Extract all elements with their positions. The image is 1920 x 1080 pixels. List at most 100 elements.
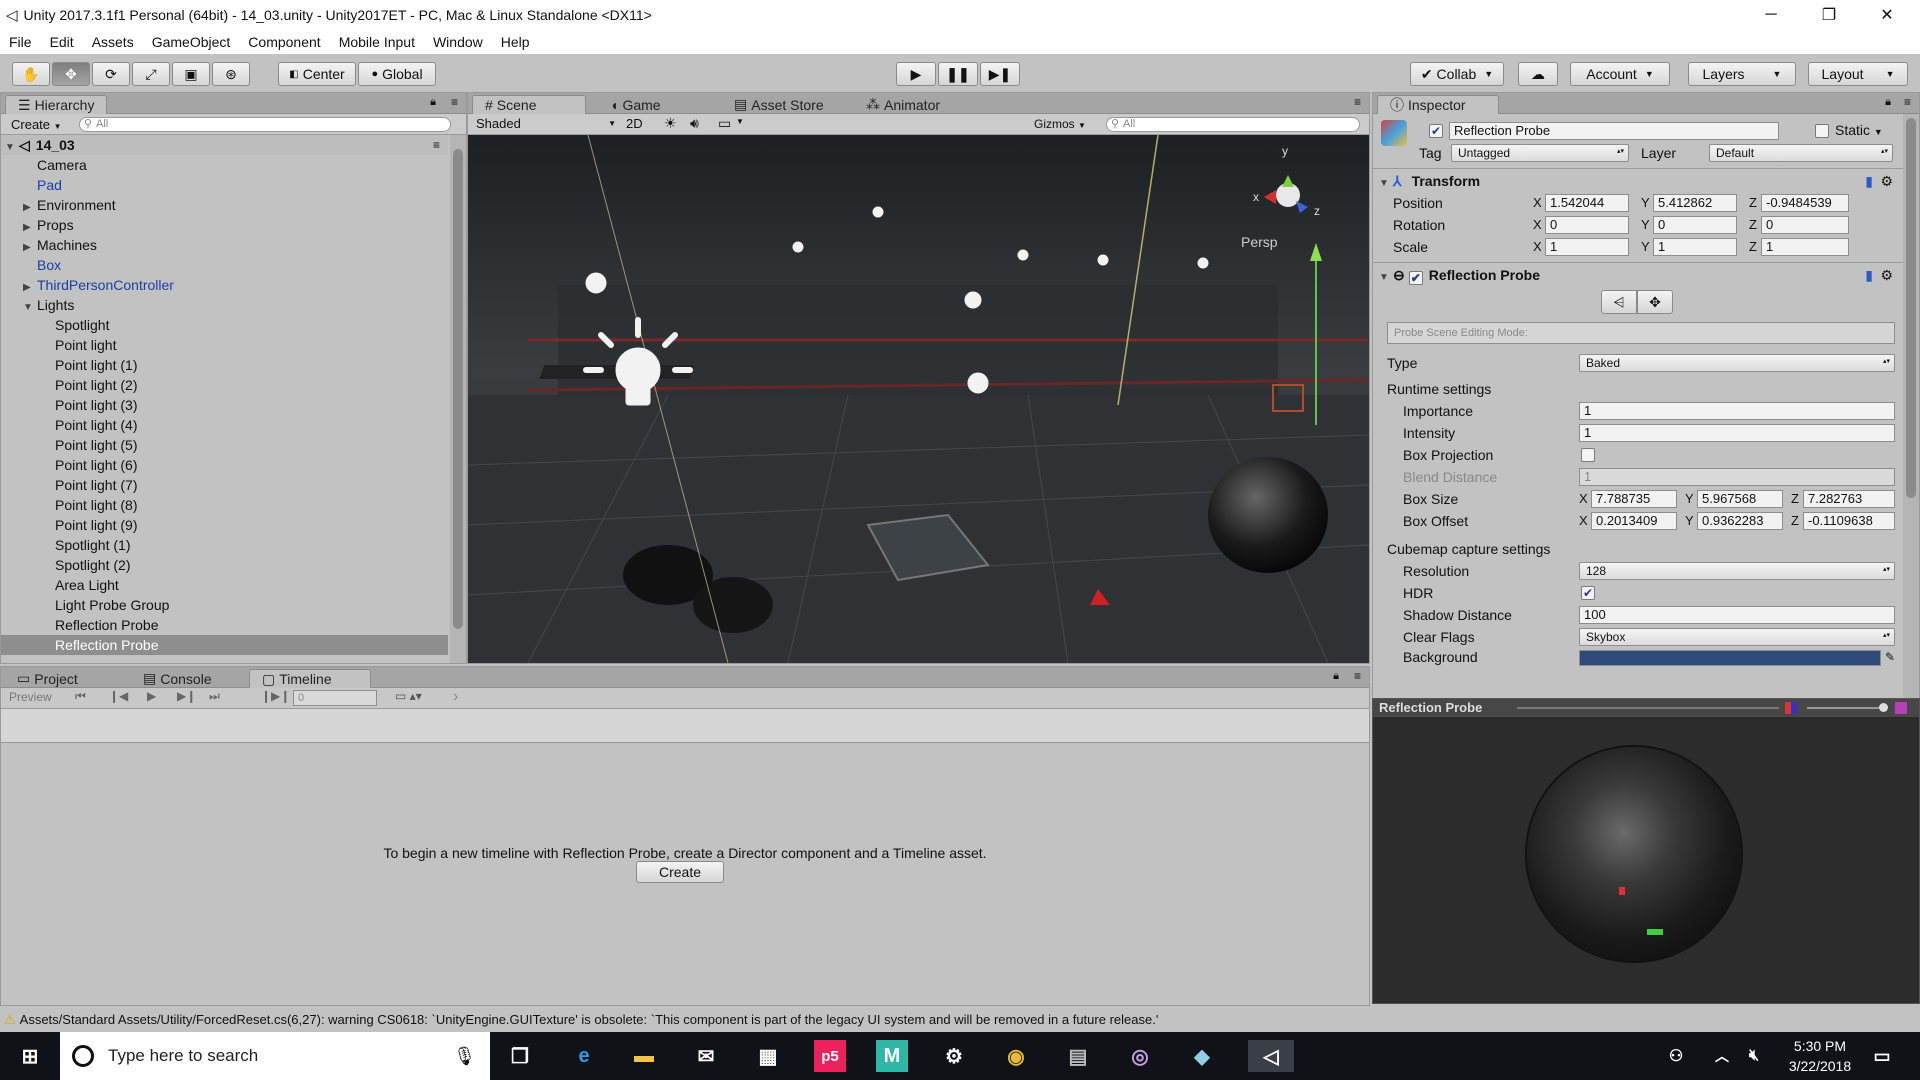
minimize-icon[interactable]: ─ — [1742, 0, 1800, 30]
create-dropdown[interactable]: Create ▼ — [11, 117, 62, 132]
edge-icon[interactable]: e — [568, 1040, 600, 1072]
position-z-field[interactable]: -0.9484539 — [1761, 194, 1849, 212]
hand-tool-icon[interactable]: ✋ — [12, 62, 50, 86]
go-to-end-icon[interactable]: ⏭ — [209, 689, 220, 704]
taskbar-search-box[interactable]: Type here to search 🎙︎ — [60, 1032, 490, 1080]
inspector-scrollbar[interactable] — [1903, 114, 1919, 707]
help-book-icon[interactable]: ▮ — [1865, 263, 1873, 287]
object-name-input[interactable]: Reflection Probe — [1449, 122, 1779, 140]
help-book-icon[interactable]: ▮ — [1865, 169, 1873, 193]
importance-field[interactable]: 1 — [1579, 402, 1895, 420]
layout-button[interactable]: Layout ▼ — [1808, 62, 1908, 86]
menu-file[interactable]: File — [0, 34, 41, 50]
rotation-x-field[interactable]: 0 — [1545, 216, 1629, 234]
people-icon[interactable]: ⚇ — [1660, 1040, 1692, 1072]
reflection-probe-header[interactable]: ▼ ⊖ ✔ Reflection Probe ▮ ⚙ — [1373, 262, 1903, 286]
hierarchy-item[interactable]: Point light (3) — [1, 395, 448, 415]
task-view-icon[interactable]: ❐ — [504, 1040, 536, 1072]
create-director-button[interactable]: Create — [636, 861, 724, 883]
hierarchy-scrollbar[interactable] — [450, 135, 466, 663]
app-blue-icon[interactable]: ◆ — [1186, 1040, 1218, 1072]
mode-2d-toggle[interactable]: 2D — [626, 116, 643, 131]
persp-label[interactable]: Persp — [1241, 234, 1278, 250]
panel-menu-icon[interactable]: ≡ — [1904, 95, 1911, 109]
hierarchy-item[interactable]: Reflection Probe — [1, 615, 448, 635]
play-range-icon[interactable]: ❙▶❙ — [261, 689, 290, 703]
maya-icon[interactable]: M — [876, 1040, 908, 1072]
shading-dropdown[interactable]: Shaded ▼ — [476, 116, 618, 131]
menu-edit[interactable]: Edit — [41, 34, 83, 50]
lock-icon[interactable]: 🔒︎ — [1885, 96, 1891, 109]
rect-tool-icon[interactable]: ▣ — [172, 62, 210, 86]
lock-icon[interactable]: 🔒︎ — [430, 96, 436, 109]
hierarchy-item[interactable]: Reflection Probe — [1, 635, 448, 655]
tab-game[interactable]: ◖ Game — [598, 95, 673, 114]
chrome-icon[interactable]: ◉ — [1000, 1040, 1032, 1072]
close-icon[interactable]: ✕ — [1858, 0, 1916, 30]
windows-start-icon[interactable]: ⊞ — [14, 1040, 46, 1072]
exposure-slider-handle[interactable] — [1879, 703, 1888, 712]
github-icon[interactable]: ◎ — [1124, 1040, 1156, 1072]
tab-scene[interactable]: # Scene — [472, 95, 586, 114]
pivot-center-button[interactable]: ◧ Center — [278, 62, 356, 86]
lighting-toggle-icon[interactable]: ☀ — [664, 115, 677, 132]
unity-taskbar-icon[interactable]: ◁ — [1248, 1040, 1294, 1072]
hierarchy-item[interactable]: Point light (9) — [1, 515, 448, 535]
intensity-field[interactable]: 1 — [1579, 424, 1895, 442]
space-global-button[interactable]: ● Global — [358, 62, 436, 86]
p5-icon[interactable]: p5 — [814, 1040, 846, 1072]
tray-chevron-icon[interactable]: ︿ — [1706, 1040, 1738, 1072]
menu-component[interactable]: Component — [239, 34, 329, 50]
previous-frame-icon[interactable]: ❙◀ — [109, 689, 128, 703]
scale-tool-icon[interactable]: ⤢ — [132, 62, 170, 86]
account-button[interactable]: Account ▼ — [1570, 62, 1670, 86]
microphone-icon[interactable]: 🎙︎ — [453, 1046, 476, 1067]
scrollbar-thumb[interactable] — [1906, 118, 1916, 498]
box-size-z-field[interactable]: 7.282763 — [1803, 490, 1895, 508]
layers-button[interactable]: Layers ▼ — [1688, 62, 1796, 86]
mip-level-icon[interactable] — [1895, 702, 1907, 714]
hierarchy-item[interactable]: Spotlight (2) — [1, 555, 448, 575]
position-y-field[interactable]: 5.412862 — [1653, 194, 1737, 212]
clear-flags-dropdown[interactable]: Skybox — [1579, 628, 1895, 646]
move-tool-icon[interactable]: ✥ — [52, 62, 90, 86]
next-frame-icon[interactable]: ▶❙ — [177, 689, 196, 703]
background-color-field[interactable] — [1579, 650, 1881, 666]
mail-icon[interactable]: ✉ — [690, 1040, 722, 1072]
effects-dropdown-icon[interactable]: ▼ — [736, 117, 744, 126]
tag-dropdown[interactable]: Untagged — [1451, 144, 1629, 162]
menu-window[interactable]: Window — [424, 34, 492, 50]
edit-bounds-button[interactable]: ⩤ — [1601, 290, 1637, 314]
menu-help[interactable]: Help — [492, 34, 539, 50]
static-checkbox[interactable] — [1815, 124, 1829, 138]
volume-muted-icon[interactable]: 🔇︎ — [1738, 1040, 1770, 1072]
panel-menu-icon[interactable]: ≡ — [1354, 95, 1361, 109]
blend-distance-field[interactable]: 1 — [1579, 468, 1895, 486]
play-timeline-icon[interactable]: ▶ — [147, 689, 156, 703]
resolution-dropdown[interactable]: 128 — [1579, 562, 1895, 580]
scale-y-field[interactable]: 1 — [1653, 238, 1737, 256]
hierarchy-item[interactable]: Pad — [1, 175, 448, 195]
scale-z-field[interactable]: 1 — [1761, 238, 1849, 256]
exposure-slider[interactable] — [1807, 707, 1887, 709]
box-offset-z-field[interactable]: -0.1109638 — [1803, 512, 1895, 530]
hierarchy-item[interactable]: ▶ Environment — [1, 195, 448, 215]
eyedropper-icon[interactable]: ✎ — [1885, 648, 1895, 666]
tab-hierarchy[interactable]: ☰ Hierarchy — [5, 95, 108, 114]
settings-gear-icon[interactable]: ⚙ — [1880, 263, 1893, 287]
scale-x-field[interactable]: 1 — [1545, 238, 1629, 256]
store-icon[interactable]: ▦ — [752, 1040, 784, 1072]
rotation-z-field[interactable]: 0 — [1761, 216, 1849, 234]
collapse-arrow-icon[interactable]: ▼ — [1379, 266, 1393, 290]
hierarchy-item[interactable]: ▶ ThirdPersonController — [1, 275, 448, 295]
pause-button[interactable]: ❚❚ — [938, 62, 978, 86]
action-center-icon[interactable]: ▭ — [1866, 1040, 1898, 1072]
menu-assets[interactable]: Assets — [83, 34, 143, 50]
scene-search-input[interactable]: ⚲ All — [1106, 117, 1360, 132]
hierarchy-item[interactable]: Area Light — [1, 575, 448, 595]
hierarchy-item[interactable]: Point light (2) — [1, 375, 448, 395]
box-offset-y-field[interactable]: 0.9362283 — [1697, 512, 1783, 530]
scene-root-row[interactable]: ▼ ◁ 14_03 ≡ — [1, 135, 448, 155]
hierarchy-item[interactable]: ▼ Lights — [1, 295, 448, 315]
box-offset-x-field[interactable]: 0.2013409 — [1591, 512, 1677, 530]
